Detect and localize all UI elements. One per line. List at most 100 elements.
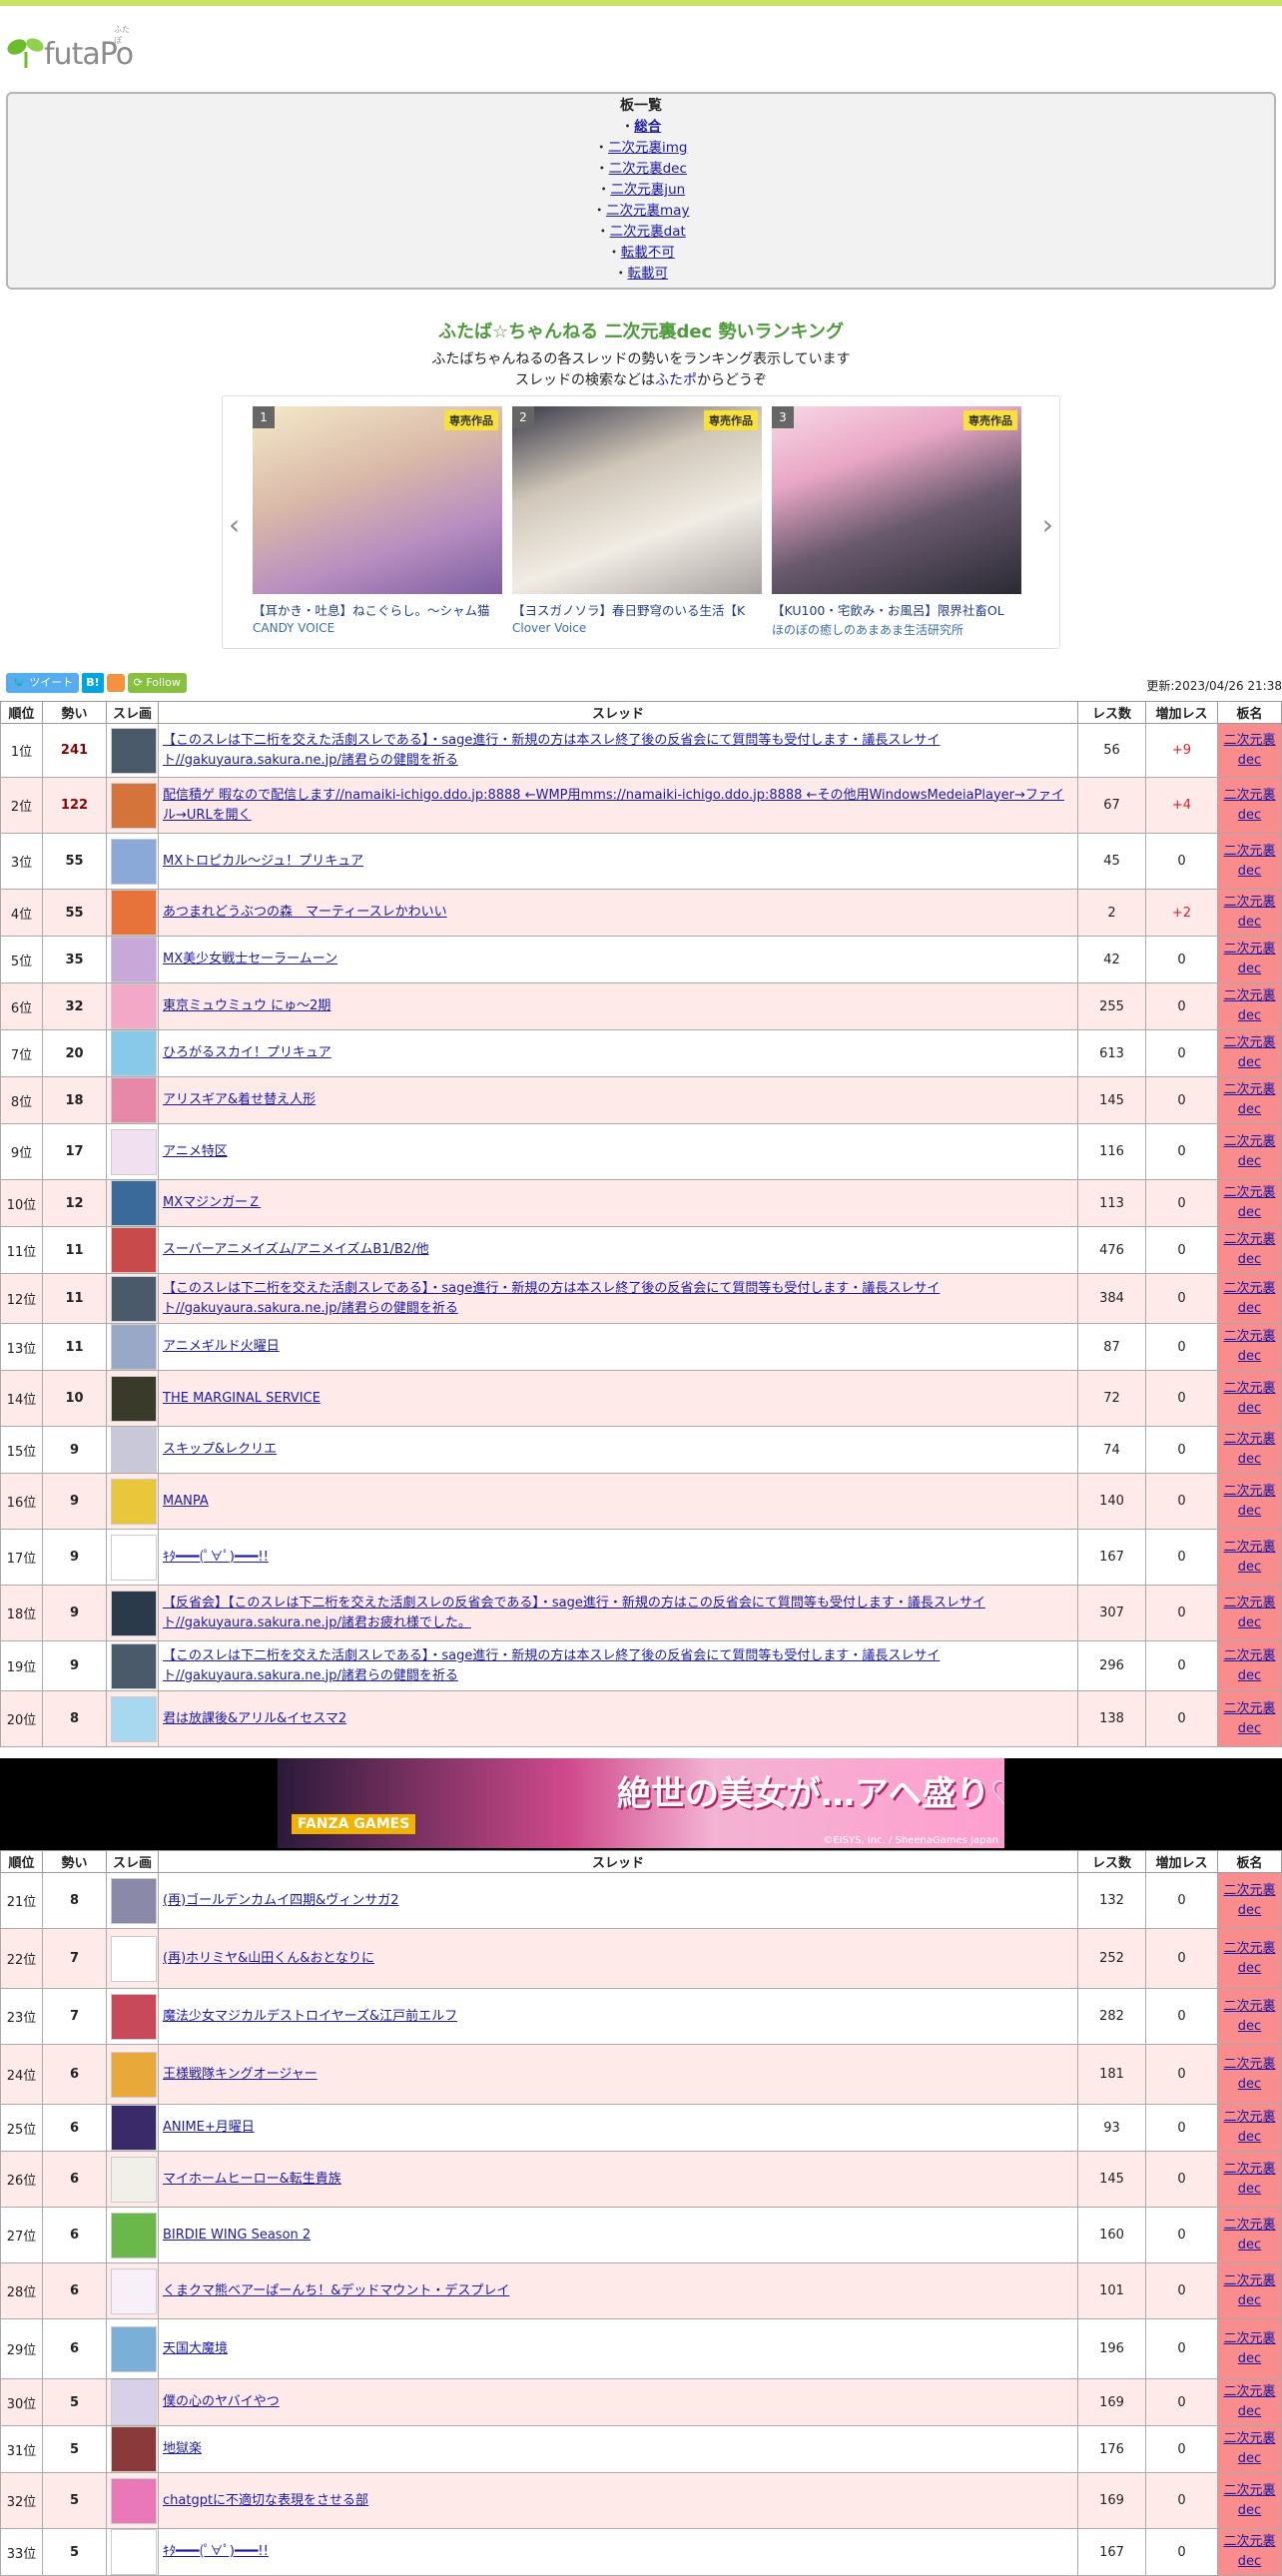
thumbnail-cell[interactable]	[106, 2472, 159, 2529]
product-circle[interactable]: ほのぼの癒しのあまあま生活研究所	[772, 621, 1021, 638]
thread-thumbnail[interactable]	[111, 890, 157, 936]
thread-link[interactable]: ｷﾀ━━━(ﾟ∀ﾟ)━━━!!	[163, 1550, 269, 1565]
board-link[interactable]: 二次元裏dec	[1223, 1381, 1275, 1416]
thumbnail-cell[interactable]	[106, 1928, 159, 1989]
product-card[interactable]: 3 専売作品 【KU100・宅飲み・お風呂】限界社畜OL ほのぼの癒しのあまあま…	[772, 406, 1021, 638]
thread-link[interactable]: 君は放課後&アリル&イセスマ2	[163, 1711, 346, 1726]
product-title[interactable]: 【KU100・宅飲み・お風呂】限界社畜OL	[772, 600, 1021, 619]
tweet-button[interactable]: 🐦 ツイート	[6, 673, 80, 693]
thumbnail-cell[interactable]	[106, 2207, 159, 2263]
thread-link[interactable]: アリスギア&着せ替え人形	[163, 1092, 316, 1107]
thread-link[interactable]: 僕の心のヤバイやつ	[163, 2394, 280, 2409]
thread-thumbnail[interactable]	[111, 1275, 157, 1322]
futapo-link[interactable]: ふたポ	[655, 372, 697, 388]
thread-thumbnail[interactable]	[111, 1030, 157, 1076]
board-link[interactable]: 二次元裏dec	[1223, 1883, 1275, 1918]
thumbnail-cell[interactable]	[106, 1988, 159, 2045]
thread-link[interactable]: (再)ゴールデンカムイ四期&ヴィンサガ2	[163, 1893, 399, 1908]
board-link[interactable]: 二次元裏dec	[1223, 2273, 1275, 2308]
thread-link[interactable]: 配信積ゲ 暇なので配信します//namaiki-ichigo.ddo.jp:88…	[163, 788, 1064, 823]
board-link[interactable]: 二次元裏dec	[1223, 1232, 1275, 1267]
thread-thumbnail[interactable]	[111, 1375, 157, 1422]
chevron-left-icon[interactable]: ‹	[229, 508, 240, 541]
board-link-may[interactable]: 二次元裏may	[606, 203, 689, 219]
thread-link[interactable]: アニメ特区	[163, 1144, 228, 1159]
board-link[interactable]: 二次元裏dec	[1223, 1082, 1275, 1117]
thread-thumbnail[interactable]	[111, 838, 157, 885]
thread-thumbnail[interactable]	[111, 2156, 157, 2203]
chevron-right-icon[interactable]: ›	[1042, 508, 1053, 541]
thread-link[interactable]: MANPA	[163, 1494, 209, 1509]
thread-thumbnail[interactable]	[111, 1993, 157, 2040]
thread-thumbnail[interactable]	[111, 2426, 157, 2472]
thread-thumbnail[interactable]	[111, 1590, 157, 1636]
thread-thumbnail[interactable]	[111, 2477, 157, 2524]
board-link-dec[interactable]: 二次元裏dec	[609, 161, 687, 177]
board-link[interactable]: 二次元裏dec	[1223, 1134, 1275, 1169]
thread-thumbnail[interactable]	[111, 1427, 157, 1473]
thumbnail-cell[interactable]	[106, 1529, 159, 1586]
thread-link[interactable]: (再)ホリミヤ&山田くん&おとなりに	[163, 1951, 374, 1966]
thumbnail-cell[interactable]	[106, 2425, 159, 2473]
product-circle[interactable]: Clover Voice	[512, 621, 762, 635]
thread-thumbnail[interactable]	[111, 2529, 157, 2575]
thread-link[interactable]: MXトロピカル～ジュ！プリキュア	[163, 854, 363, 869]
thread-thumbnail[interactable]	[111, 1935, 157, 1982]
thumbnail-cell[interactable]	[106, 2318, 159, 2379]
product-image[interactable]: 2 専売作品	[512, 406, 762, 594]
thread-thumbnail[interactable]	[111, 1324, 157, 1370]
thumbnail-cell[interactable]	[106, 1123, 159, 1180]
thumbnail-cell[interactable]	[106, 1585, 159, 1641]
rss-icon[interactable]	[106, 674, 125, 692]
board-link[interactable]: 二次元裏dec	[1223, 844, 1275, 879]
thread-thumbnail[interactable]	[111, 2212, 157, 2258]
thread-link[interactable]: 王様戦隊キングオージャー	[163, 2067, 318, 2082]
hatena-bookmark-button[interactable]: B!	[82, 673, 104, 693]
thumbnail-cell[interactable]	[106, 1273, 159, 1324]
thread-thumbnail[interactable]	[111, 1478, 157, 1525]
thread-thumbnail[interactable]	[111, 937, 157, 982]
thread-link[interactable]: 魔法少女マジカルデストロイヤーズ&江戸前エルフ	[163, 2009, 457, 2024]
product-title[interactable]: 【ヨスガノソラ】春日野穹のいる生活【K	[512, 600, 762, 619]
board-link[interactable]: 二次元裏dec	[1223, 733, 1275, 768]
board-link[interactable]: 二次元裏dec	[1223, 1281, 1275, 1316]
thumbnail-cell[interactable]	[106, 2104, 159, 2152]
thumbnail-cell[interactable]	[106, 982, 159, 1030]
thumbnail-cell[interactable]	[106, 2528, 159, 2576]
thumbnail-cell[interactable]	[106, 936, 159, 983]
follow-button[interactable]: ⟳ Follow	[127, 673, 187, 693]
thumbnail-cell[interactable]	[106, 777, 159, 834]
board-link-jun[interactable]: 二次元裏jun	[610, 182, 685, 198]
product-card[interactable]: 1 専売作品 【耳かき・吐息】ねこぐらし。〜シャム猫 CANDY VOICE	[253, 406, 502, 635]
thread-thumbnail[interactable]	[111, 1877, 157, 1924]
thread-thumbnail[interactable]	[111, 1128, 157, 1175]
thread-link[interactable]: ひろがるスカイ！プリキュア	[163, 1045, 331, 1060]
board-link-sougou[interactable]: 総合	[634, 119, 661, 135]
thread-link[interactable]: ｷﾀ━━━(ﾟ∀ﾟ)━━━!!	[163, 2544, 269, 2559]
thread-link[interactable]: chatgptに不適切な表現をさせる部	[163, 2493, 368, 2508]
thread-thumbnail[interactable]	[111, 1695, 157, 1742]
thumbnail-cell[interactable]	[106, 1640, 159, 1691]
board-link[interactable]: 二次元裏dec	[1223, 2057, 1275, 2092]
thumbnail-cell[interactable]	[106, 2262, 159, 2319]
board-link[interactable]: 二次元裏dec	[1223, 788, 1275, 823]
thread-thumbnail[interactable]	[111, 1180, 157, 1226]
thread-link[interactable]: ANIME+月曜日	[163, 2120, 255, 2135]
board-link[interactable]: 二次元裏dec	[1223, 1701, 1275, 1736]
board-link[interactable]: 二次元裏dec	[1223, 1185, 1275, 1220]
product-image[interactable]: 1 専売作品	[253, 406, 502, 594]
thumbnail-cell[interactable]	[106, 1029, 159, 1077]
thread-link[interactable]: 天国大魔境	[163, 2341, 228, 2356]
thread-thumbnail[interactable]	[111, 782, 157, 829]
thumbnail-cell[interactable]	[106, 2044, 159, 2105]
site-logo[interactable]: futaPo ふたぽ	[6, 22, 134, 70]
board-link[interactable]: 二次元裏dec	[1223, 2483, 1275, 2518]
ad-banner-image[interactable]: FANZA GAMES 絶世の美女が…アヘ盛り♡ ©EISYS, Inc. / …	[278, 1758, 1004, 1848]
board-link[interactable]: 二次元裏dec	[1223, 1941, 1275, 1976]
thread-thumbnail[interactable]	[111, 727, 157, 774]
thread-thumbnail[interactable]	[111, 1534, 157, 1581]
thread-thumbnail[interactable]	[111, 2379, 157, 2425]
thread-link[interactable]: アニメギルド火曜日	[163, 1339, 280, 1354]
board-link[interactable]: 二次元裏dec	[1223, 2162, 1275, 2197]
product-title[interactable]: 【耳かき・吐息】ねこぐらし。〜シャム猫	[253, 600, 502, 619]
